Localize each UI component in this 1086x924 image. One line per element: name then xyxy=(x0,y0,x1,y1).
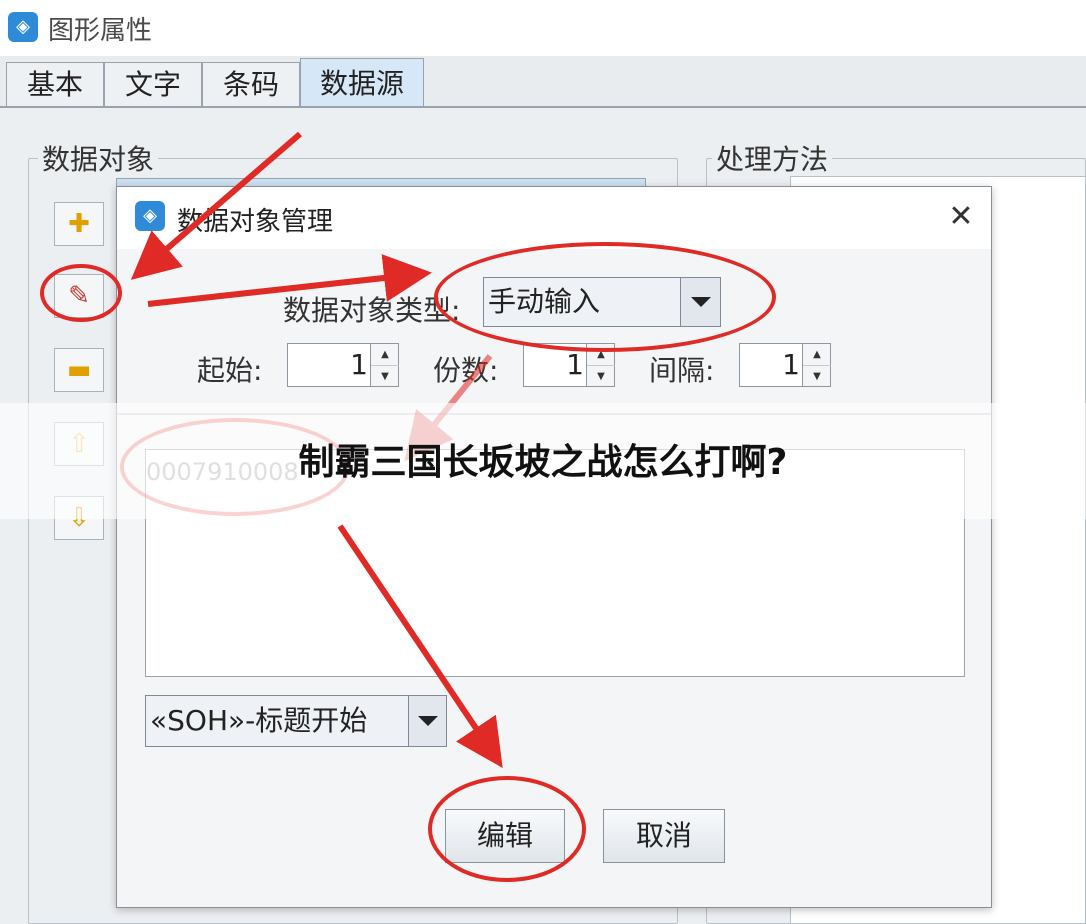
arrow-to-edit-button xyxy=(337,524,503,768)
arrow-to-type-select xyxy=(147,254,432,307)
arrow-to-edit-icon xyxy=(130,131,302,280)
banner-caption: 制霸三国长坂坡之战怎么打啊? xyxy=(298,442,788,483)
